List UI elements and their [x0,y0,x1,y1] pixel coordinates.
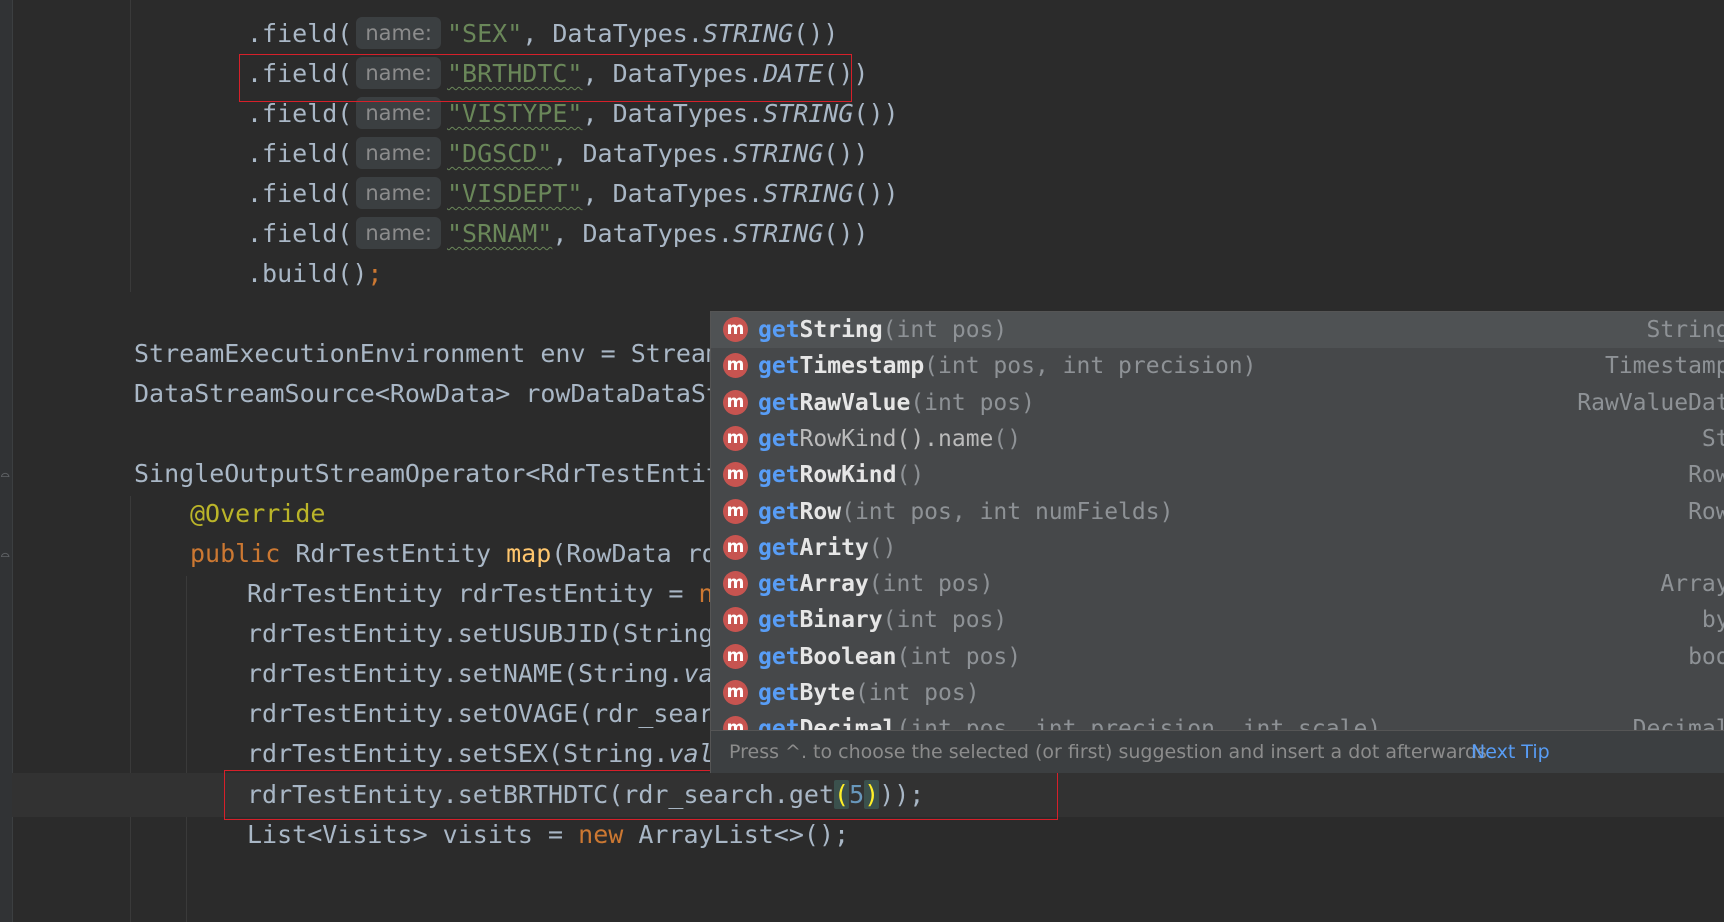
parameter-name-hint: name: [356,17,441,49]
completion-item[interactable]: mgetByte(int pos)byte [711,675,1724,711]
code-line-field: .field(name: "SEX", DataTypes.STRING()) [247,17,839,49]
return-type: TimestampData [1604,353,1724,380]
parameter-name-hint: name: [356,137,441,169]
next-tip-link[interactable]: Next Tip [1471,731,1550,773]
code-line-env: StreamExecutionEnvironment env = StreamE… [134,339,752,368]
completion-item[interactable]: m getTimestamp(int pos, int precision) Tim… [711,348,1724,384]
method-icon: m [723,317,748,342]
method-icon: m [723,680,748,705]
completion-footer: Press ^. to choose the selected (or firs… [711,730,1724,773]
return-type: RowData [1688,498,1724,525]
completion-item[interactable]: mgetBinary(int pos)byte[] [711,602,1724,638]
code-line-override: @Override [190,499,326,528]
code-line-usubjid: rdrTestEntity.setUSUBJID(String.v [247,619,744,648]
code-line-field: .field(name: "VISDEPT", DataTypes.STRING(… [247,177,899,209]
return-type: StringData [1646,317,1724,343]
method-icon: m [723,607,748,633]
code-line-field: .field(name: "SRNAM", DataTypes.STRING()) [247,217,869,249]
return-type: RowKind [1688,462,1724,489]
highlight-box-brthdtc-field [239,54,852,102]
return-type: byte[] [1701,607,1724,634]
fold-marker-icon[interactable]: ⌓ [1,466,17,486]
code-line-build: .build(); [247,259,383,288]
method-icon: m [723,498,748,524]
indent-guide [130,0,131,292]
code-line-operator: SingleOutputStreamOperator<RdrTestEntity… [134,459,752,488]
completion-item[interactable]: mgetRowKind()RowKind [711,457,1724,493]
code-completion-popup[interactable]: mgetString(int pos)StringDatamgetTimesta… [710,311,1724,773]
indent-guide [186,576,187,922]
code-line-entity: RdrTestEntity rdrTestEntity = new [247,579,744,608]
method-icon: m [723,643,748,669]
completion-item[interactable]: mgetBoolean(int pos)boolean [711,639,1724,675]
completion-item[interactable]: mgetArity()int [711,530,1724,566]
completion-item[interactable]: mgetArray(int pos)ArrayData [711,566,1724,602]
completion-item[interactable]: mgetRow(int pos, int numFields)RowData [711,494,1724,530]
method-icon: m [723,353,748,379]
code-line-source: DataStreamSource<RowData> rowDataDataStr… [134,379,752,408]
method-icon: m [723,534,748,560]
parameter-name-hint: name: [356,177,441,209]
return-type: RawValueData<T> [1577,389,1724,416]
fold-marker-icon[interactable]: ⌓ [1,546,17,566]
method-icon: m [723,462,748,488]
return-type: ArrayData [1660,571,1724,598]
code-line-map: public RdrTestEntity map(RowData rdr_ [190,539,747,568]
code-line-field: .field(name: "DGSCD", DataTypes.STRING()) [247,137,869,169]
completion-item[interactable]: mgetRowKind().name()String [711,421,1724,457]
return-type: String [1701,425,1724,452]
code-line-ovage: rdrTestEntity.setOVAGE(rdr_search [247,699,744,728]
completion-hint-text: Press ^. to choose the selected (or firs… [729,741,1487,763]
method-icon: m [723,571,748,597]
completion-item[interactable]: mgetRawValue(int pos)RawValueData<T> [711,385,1724,421]
method-icon: m [723,425,748,451]
code-line-name: rdrTestEntity.setNAME(String.valu [247,659,744,688]
indent-guide [130,496,131,922]
parameter-name-hint: name: [356,217,441,249]
highlight-box-current-line [224,770,1058,820]
method-icon: m [723,389,748,415]
completion-item[interactable]: mgetString(int pos)StringData [711,312,1724,348]
return-type: boolean [1688,643,1724,670]
